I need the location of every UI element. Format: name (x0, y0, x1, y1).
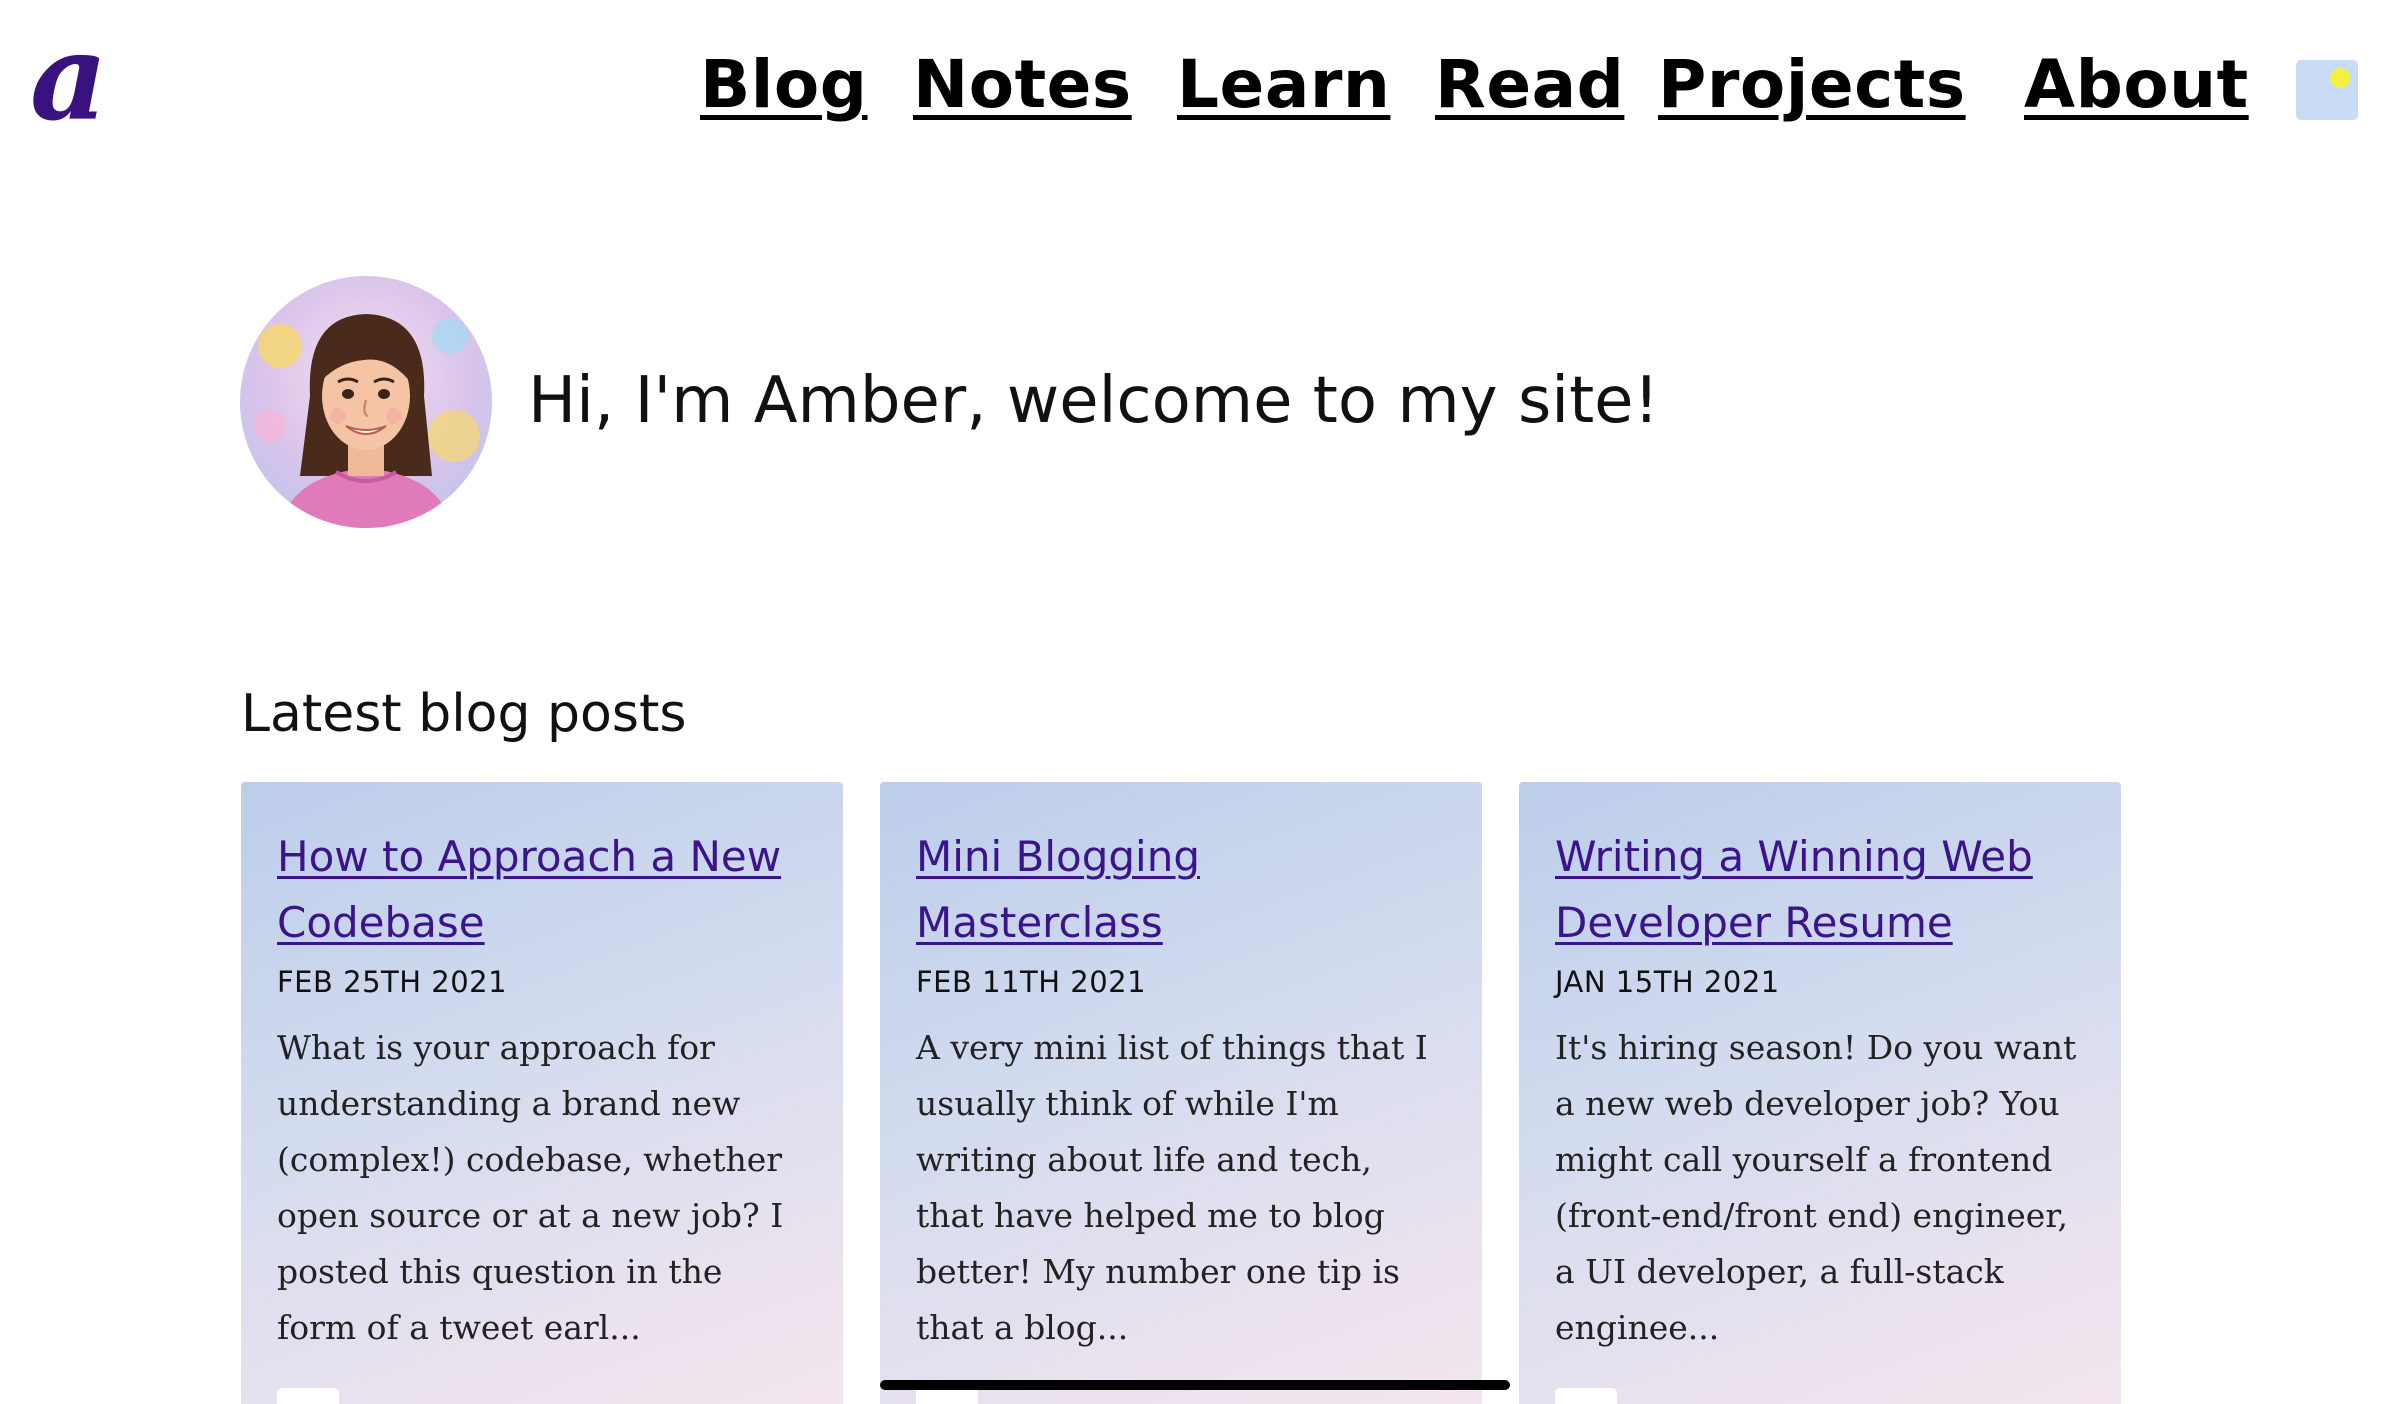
post-date: FEB 25TH 2021 (277, 965, 508, 999)
post-title-link[interactable]: How to Approach a New Codebase (277, 824, 797, 956)
intro-greeting: Hi, I'm Amber, welcome to my site! (528, 364, 1660, 438)
post-date: FEB 11TH 2021 (916, 965, 1147, 999)
post-tag[interactable] (1555, 1388, 1617, 1404)
post-tag[interactable] (277, 1388, 339, 1404)
post-tag[interactable] (916, 1388, 978, 1404)
post-card: Mini Blogging Masterclass FEB 11TH 2021 … (880, 782, 1482, 1404)
avatar-portrait (240, 276, 492, 528)
latest-posts-heading: Latest blog posts (241, 684, 687, 744)
page: a Blog Notes Learn Read Projects About H… (0, 0, 2388, 1404)
theme-toggle-button[interactable] (2296, 60, 2358, 120)
post-title-link[interactable]: Writing a Winning Web Developer Resume (1555, 824, 2075, 956)
scroll-indicator[interactable] (880, 1380, 1510, 1390)
nav-link-read[interactable]: Read (1435, 52, 1624, 118)
nav-link-blog[interactable]: Blog (700, 52, 868, 118)
sun-icon (2330, 68, 2350, 88)
post-card: How to Approach a New Codebase FEB 25TH … (241, 782, 843, 1404)
nav-link-projects[interactable]: Projects (1658, 52, 1966, 118)
post-card: Writing a Winning Web Developer Resume J… (1519, 782, 2121, 1404)
post-excerpt: It's hiring season! Do you want a new we… (1555, 1028, 2077, 1347)
post-title-link[interactable]: Mini Blogging Masterclass (916, 824, 1436, 956)
nav-link-about[interactable]: About (2024, 52, 2249, 118)
post-excerpt: A very mini list of things that I usuall… (916, 1028, 1428, 1347)
site-logo[interactable]: a (30, 18, 108, 138)
post-excerpt: What is your approach for understanding … (277, 1028, 784, 1347)
post-date: JAN 15TH 2021 (1555, 965, 1780, 999)
main-nav: Blog Notes Learn Read Projects About (700, 52, 2388, 142)
avatar (240, 276, 492, 528)
nav-link-learn[interactable]: Learn (1177, 52, 1390, 118)
nav-link-notes[interactable]: Notes (913, 52, 1132, 118)
